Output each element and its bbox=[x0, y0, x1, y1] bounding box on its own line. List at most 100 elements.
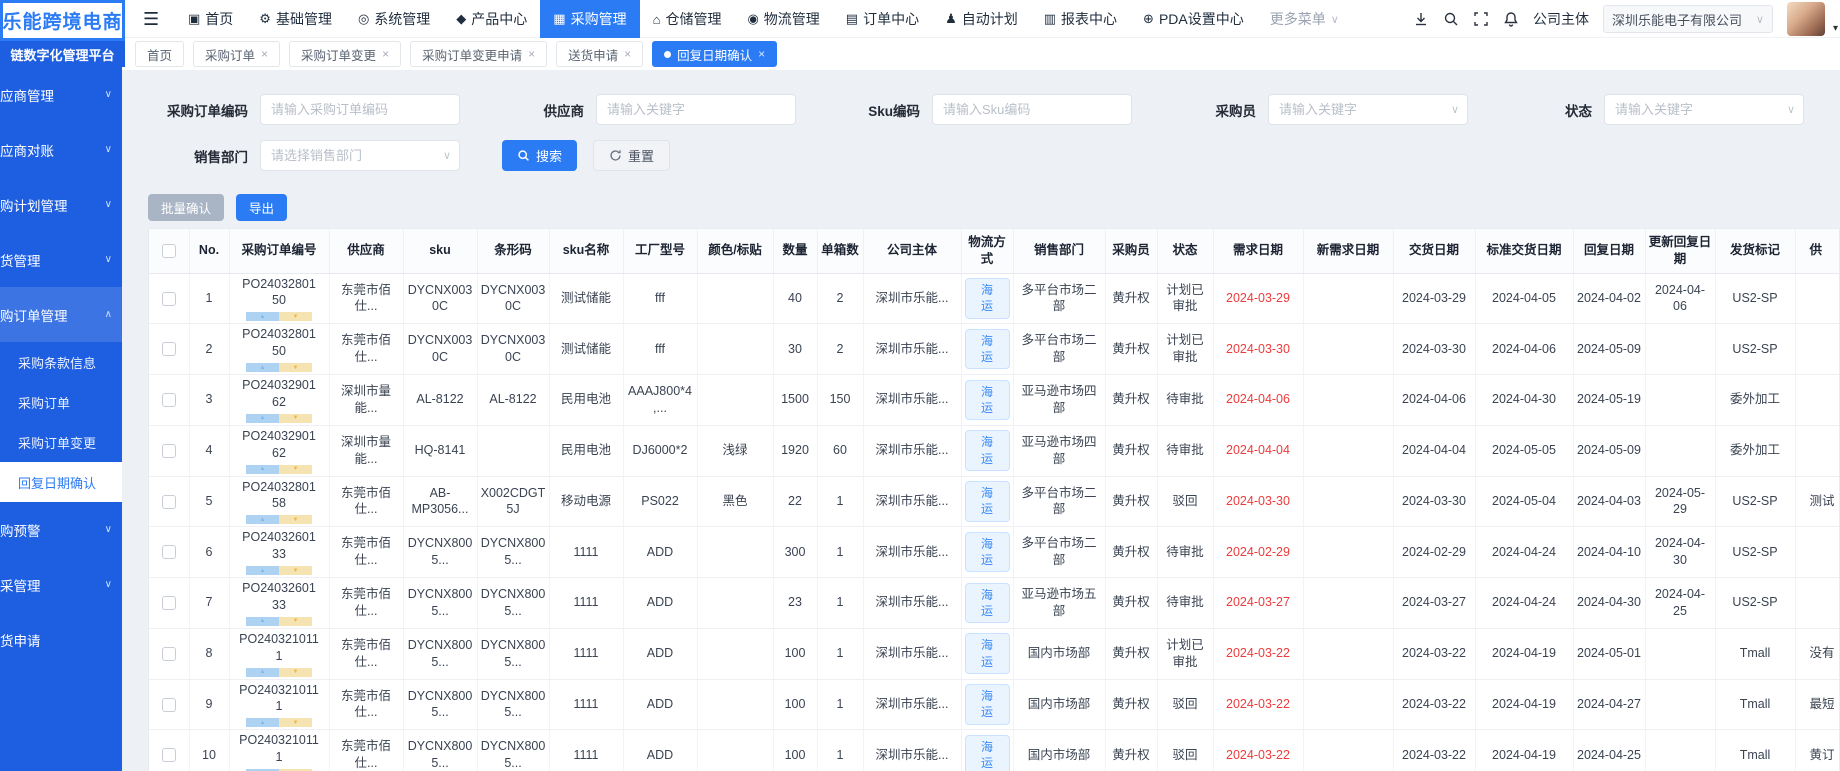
logistics-tag[interactable]: 海运 bbox=[964, 582, 1010, 624]
menu-item-首页[interactable]: ▣ 首页 bbox=[175, 0, 246, 38]
tab-close-icon[interactable]: × bbox=[758, 47, 765, 61]
tab-采购订单变更[interactable]: 采购订单变更 × bbox=[289, 41, 402, 67]
sidebar-item-购订单管理[interactable]: 购订单管理 ∧ bbox=[0, 287, 122, 342]
cell-delivery_date: 2024-03-30 bbox=[1393, 323, 1476, 375]
logistics-tag[interactable]: 海运 bbox=[964, 379, 1010, 421]
export-button[interactable]: 导出 bbox=[236, 194, 288, 221]
tab-采购订单变更申请[interactable]: 采购订单变更申请 × bbox=[410, 41, 548, 67]
row-checkbox[interactable] bbox=[161, 291, 176, 306]
search-button[interactable]: 搜索 bbox=[502, 140, 578, 171]
user-menu-caret-icon[interactable]: ▾ bbox=[1833, 23, 1838, 38]
cell-qty: 23 bbox=[773, 577, 818, 629]
row-checkbox[interactable] bbox=[161, 748, 176, 763]
sidebar-item-购预警[interactable]: 购预警 ∨ bbox=[0, 502, 122, 557]
menu-item-采购管理[interactable]: ▦ 采购管理 bbox=[540, 0, 640, 38]
logistics-tag[interactable]: 海运 bbox=[964, 531, 1010, 573]
batch-confirm-button[interactable]: 批量确认 bbox=[148, 194, 225, 221]
company-select[interactable]: 深圳乐能电子有限公司 ∨ bbox=[1602, 5, 1773, 33]
table-row: 4 PO2403290162 ▲ ▼ 深圳市量能... HQ-8141 民用电池 DJ6000… bbox=[149, 425, 1839, 477]
menu-item-PDA设置中心[interactable]: ⊕ PDA设置中心 bbox=[1130, 0, 1257, 38]
cell-dept: 国内市场部 bbox=[1013, 679, 1106, 731]
main-content: 采购订单编码供应商Sku编码采购员∨状态∨ 销售部门∨ 搜索 重置 批量确认 导… bbox=[122, 70, 1840, 771]
tab-首页[interactable]: 首页 bbox=[135, 41, 185, 67]
logistics-tag[interactable]: 海运 bbox=[964, 633, 1010, 674]
app-root: ☰ ▣ 首页 ⚙ 基础管理 ◎ 系统管理 ◆ 产品中心 ▦ 采购管理 ⌂ 仓储管理 ◉ 物流管理 ▤ 订单中心… bbox=[0, 0, 1840, 771]
col-header-回复日期: 回复日期 bbox=[1573, 229, 1646, 274]
logistics-tag[interactable]: 海运 bbox=[964, 684, 1010, 725]
filter-control: ∨ bbox=[1604, 94, 1804, 125]
sidebar-subitem-采购订单变更[interactable]: 采购订单变更 bbox=[0, 422, 122, 462]
cell-std_delivery_date: 2024-04-30 bbox=[1475, 374, 1574, 426]
row-checkbox[interactable] bbox=[161, 545, 176, 560]
bell-icon[interactable] bbox=[1503, 11, 1519, 27]
more-menu[interactable]: 更多菜单 ∨ bbox=[1257, 0, 1352, 38]
logistics-tag[interactable]: 海运 bbox=[964, 278, 1010, 319]
tab-close-icon[interactable]: × bbox=[261, 47, 268, 61]
sidebar-item-货管理[interactable]: 货管理 ∨ bbox=[0, 232, 122, 287]
sidebar-subitem-回复日期确认[interactable]: 回复日期确认 bbox=[0, 462, 122, 502]
sidebar-subitem-采购条款信息[interactable]: 采购条款信息 bbox=[0, 342, 122, 382]
row-checkbox[interactable] bbox=[161, 494, 176, 509]
tab-close-icon[interactable]: × bbox=[528, 47, 535, 61]
select-all-checkbox[interactable] bbox=[161, 244, 176, 259]
row-checkbox[interactable] bbox=[161, 393, 176, 408]
menu-item-产品中心[interactable]: ◆ 产品中心 bbox=[443, 0, 540, 38]
user-avatar[interactable] bbox=[1786, 2, 1825, 36]
cell-ship_mark: US2-SP bbox=[1715, 526, 1796, 578]
sidebar-item-应商对账[interactable]: 应商对账 ∨ bbox=[0, 122, 122, 177]
select-all-header bbox=[149, 229, 190, 274]
sidebar-item-应商管理[interactable]: 应商管理 ∨ bbox=[0, 67, 122, 122]
menu-item-自动计划[interactable]: ♟ 自动计划 bbox=[932, 0, 1031, 38]
cell-per_box: 2 bbox=[817, 273, 864, 325]
filter-select-采购员[interactable] bbox=[1268, 94, 1468, 125]
sidebar-item-购计划管理[interactable]: 购计划管理 ∨ bbox=[0, 177, 122, 232]
row-checkbox[interactable] bbox=[161, 596, 176, 611]
tab-采购订单[interactable]: 采购订单 × bbox=[193, 41, 281, 67]
cell-po: PO2403280158 ▲ ▼ bbox=[229, 476, 330, 528]
menu-item-物流管理[interactable]: ◉ 物流管理 bbox=[734, 0, 832, 38]
reset-button[interactable]: 重置 bbox=[593, 140, 671, 171]
menu-item-系统管理[interactable]: ◎ 系统管理 bbox=[345, 0, 443, 38]
menu-item-仓储管理[interactable]: ⌂ 仓储管理 bbox=[640, 0, 735, 38]
filter-input-采购订单编码[interactable] bbox=[260, 94, 460, 125]
table-row: 6 PO2403260133 ▲ ▼ 东莞市佰仕... DYCNX8005... DYCNX… bbox=[149, 526, 1839, 578]
tab-close-icon[interactable]: × bbox=[382, 47, 389, 61]
tab-回复日期确认[interactable]: 回复日期确认 × bbox=[652, 41, 778, 67]
sidebar-collapse-icon[interactable]: ☰ bbox=[143, 0, 159, 38]
menu-item-基础管理[interactable]: ⚙ 基础管理 bbox=[246, 0, 345, 38]
menu-item-label: PDA设置中心 bbox=[1158, 11, 1244, 27]
sidebar-item-采管理[interactable]: 采管理 ∨ bbox=[0, 557, 122, 612]
tab-close-icon[interactable]: × bbox=[624, 47, 631, 61]
row-checkbox[interactable] bbox=[161, 443, 176, 458]
table-row: 8 PO2403210111 ▲ ▼ 东莞市佰仕... DYCNX8005... DYCNX… bbox=[149, 628, 1839, 680]
filter-select-销售部门[interactable] bbox=[260, 140, 460, 171]
tab-送货申请[interactable]: 送货申请 × bbox=[556, 41, 644, 67]
col-header-数量: 数量 bbox=[773, 229, 818, 274]
cell-sku: DYCNX8005... bbox=[403, 577, 478, 629]
sidebar-subitem-采购订单[interactable]: 采购订单 bbox=[0, 382, 122, 422]
cell-status: 计划已审批 bbox=[1157, 273, 1214, 325]
filter-select-状态[interactable] bbox=[1604, 94, 1804, 125]
cell-note bbox=[1795, 425, 1839, 477]
menu-item-报表中心[interactable]: ▥ 报表中心 bbox=[1031, 0, 1130, 38]
logistics-tag[interactable]: 海运 bbox=[964, 328, 1010, 370]
logistics-tag[interactable]: 海运 bbox=[964, 430, 1010, 471]
row-checkbox[interactable] bbox=[161, 697, 176, 712]
po-progress-bar: ▲▼ bbox=[246, 312, 312, 322]
row-checkbox[interactable] bbox=[161, 646, 176, 661]
row-checkbox[interactable] bbox=[161, 342, 176, 357]
logistics-tag[interactable]: 海运 bbox=[964, 734, 1010, 771]
search-icon[interactable] bbox=[1443, 11, 1459, 27]
cell-reply_date: 2024-05-09 bbox=[1573, 425, 1646, 477]
filter-input-供应商[interactable] bbox=[596, 94, 796, 125]
fullscreen-icon[interactable] bbox=[1473, 11, 1489, 27]
menu-item-订单中心[interactable]: ▤ 订单中心 bbox=[833, 0, 932, 38]
cell-sku: AB-MP3056... bbox=[403, 476, 478, 528]
download-icon[interactable] bbox=[1413, 11, 1429, 27]
po-number: PO2403260133 bbox=[242, 581, 316, 612]
cell-sku_name: 民用电池 bbox=[549, 425, 624, 477]
cell-no: 9 bbox=[189, 679, 230, 731]
logistics-tag[interactable]: 海运 bbox=[964, 481, 1010, 522]
sidebar-item-货申请[interactable]: 货申请 bbox=[0, 612, 122, 667]
filter-input-Sku编码[interactable] bbox=[932, 94, 1132, 125]
